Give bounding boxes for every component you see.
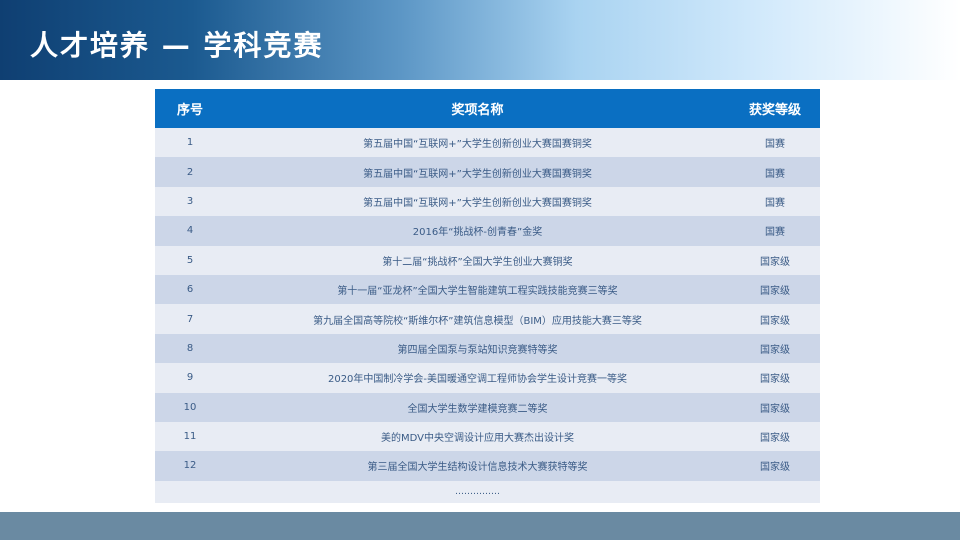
cell-award-level: 国赛 bbox=[730, 128, 820, 158]
page-title: 人才培养 — 学科竞赛 bbox=[30, 29, 324, 62]
cell-index: 5 bbox=[155, 245, 225, 275]
cell-award-name: 第九届全国高等院校“斯维尔杯”建筑信息模型（BIM）应用技能大赛三等奖 bbox=[225, 304, 730, 334]
cell-index: 8 bbox=[155, 333, 225, 364]
cell-index: 3 bbox=[155, 186, 225, 217]
table-row: 6 第十一届“亚龙杯”全国大学生智能建筑工程实践技能竞赛三等奖 国家级 bbox=[155, 274, 820, 305]
table-row: 4 2016年“挑战杯-创青春”金奖 国赛 bbox=[155, 216, 820, 246]
table-row: 5 第十二届“挑战杯”全国大学生创业大赛铜奖 国家级 bbox=[155, 245, 820, 275]
column-header-award-level: 获奖等级 bbox=[730, 89, 820, 128]
title-banner: 人才培养 — 学科竞赛 bbox=[0, 0, 960, 80]
cell-award-name: 第五届中国“互联网+”大学生创新创业大赛国赛铜奖 bbox=[225, 128, 730, 158]
cell-index: 6 bbox=[155, 274, 225, 305]
cell-award-name: 第十一届“亚龙杯”全国大学生智能建筑工程实践技能竞赛三等奖 bbox=[225, 274, 730, 305]
cell-award-name: 2020年中国制冷学会-美国暖通空调工程师协会学生设计竞赛一等奖 bbox=[225, 363, 730, 393]
table-row: 7 第九届全国高等院校“斯维尔杯”建筑信息模型（BIM）应用技能大赛三等奖 国家… bbox=[155, 304, 820, 334]
table-row: 2 第五届中国“互联网+”大学生创新创业大赛国赛铜奖 国赛 bbox=[155, 157, 820, 187]
cell-empty bbox=[155, 480, 225, 503]
cell-index: 9 bbox=[155, 363, 225, 393]
column-header-index: 序号 bbox=[155, 89, 225, 128]
table-row: 9 2020年中国制冷学会-美国暖通空调工程师协会学生设计竞赛一等奖 国家级 bbox=[155, 363, 820, 393]
table-row: 12 第三届全国大学生结构设计信息技术大赛获特等奖 国家级 bbox=[155, 451, 820, 481]
cell-index: 10 bbox=[155, 392, 225, 422]
cell-award-level: 国赛 bbox=[730, 157, 820, 187]
cell-index: 7 bbox=[155, 304, 225, 334]
cell-award-level: 国家级 bbox=[730, 451, 820, 481]
cell-index: 1 bbox=[155, 128, 225, 158]
awards-table: 序号 奖项名称 获奖等级 1 第五届中国“互联网+”大学生创新创业大赛国赛铜奖 … bbox=[155, 89, 820, 503]
cell-award-level: 国赛 bbox=[730, 216, 820, 246]
cell-award-name: 全国大学生数学建模竞赛二等奖 bbox=[225, 392, 730, 422]
column-header-award-name: 奖项名称 bbox=[225, 89, 730, 128]
cell-award-level: 国家级 bbox=[730, 392, 820, 422]
cell-award-level: 国家级 bbox=[730, 333, 820, 364]
table-row: 8 第四届全国泵与泵站知识竞赛特等奖 国家级 bbox=[155, 333, 820, 364]
cell-index: 11 bbox=[155, 421, 225, 452]
table-row: 1 第五届中国“互联网+”大学生创新创业大赛国赛铜奖 国赛 bbox=[155, 128, 820, 158]
table-row: 10 全国大学生数学建模竞赛二等奖 国家级 bbox=[155, 392, 820, 422]
table-header-row: 序号 奖项名称 获奖等级 bbox=[155, 89, 820, 128]
cell-award-name: 第十二届“挑战杯”全国大学生创业大赛铜奖 bbox=[225, 245, 730, 275]
cell-award-name: 第五届中国“互联网+”大学生创新创业大赛国赛铜奖 bbox=[225, 157, 730, 187]
cell-award-name: 2016年“挑战杯-创青春”金奖 bbox=[225, 216, 730, 246]
cell-index: 12 bbox=[155, 451, 225, 481]
cell-award-level: 国家级 bbox=[730, 245, 820, 275]
cell-award-level: 国家级 bbox=[730, 421, 820, 452]
table-row: 3 第五届中国“互联网+”大学生创新创业大赛国赛铜奖 国赛 bbox=[155, 186, 820, 217]
cell-award-name: 第三届全国大学生结构设计信息技术大赛获特等奖 bbox=[225, 451, 730, 481]
cell-award-level: 国赛 bbox=[730, 186, 820, 217]
cell-award-level: 国家级 bbox=[730, 363, 820, 393]
cell-award-level: 国家级 bbox=[730, 274, 820, 305]
cell-empty bbox=[730, 480, 820, 503]
cell-ellipsis: …………… bbox=[225, 480, 730, 503]
cell-award-name: 美的MDV中央空调设计应用大赛杰出设计奖 bbox=[225, 421, 730, 452]
table-row: 11 美的MDV中央空调设计应用大赛杰出设计奖 国家级 bbox=[155, 421, 820, 452]
table-row-ellipsis: …………… bbox=[155, 480, 820, 503]
footer-bar bbox=[0, 512, 960, 540]
cell-award-name: 第四届全国泵与泵站知识竞赛特等奖 bbox=[225, 333, 730, 364]
cell-index: 2 bbox=[155, 157, 225, 187]
cell-award-name: 第五届中国“互联网+”大学生创新创业大赛国赛铜奖 bbox=[225, 186, 730, 217]
cell-index: 4 bbox=[155, 216, 225, 246]
cell-award-level: 国家级 bbox=[730, 304, 820, 334]
awards-table-container: 序号 奖项名称 获奖等级 1 第五届中国“互联网+”大学生创新创业大赛国赛铜奖 … bbox=[155, 89, 820, 503]
